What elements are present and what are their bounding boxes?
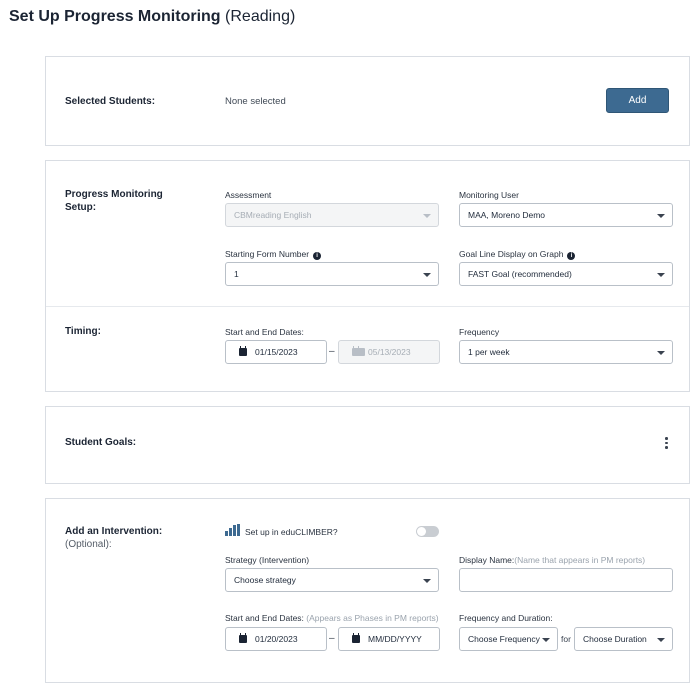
intervention-end-date: MM/DD/YYYY [368,634,422,644]
page-title: Set Up Progress Monitoring (Reading) [9,8,295,26]
monitoring-user-select[interactable]: MAA, Moreno Demo [459,203,673,227]
frequency-select[interactable]: 1 per week [459,340,673,364]
assessment-value: CBMreading English [234,210,312,220]
intervention-frequency-select[interactable]: Choose Frequency [459,627,558,651]
starting-form-label-text: Starting Form Number [225,249,310,259]
calendar-icon [352,633,360,643]
educlimber-toggle[interactable] [416,526,439,537]
add-students-button[interactable]: Add [606,88,669,113]
display-name-label-text: Display Name: [459,555,515,565]
intervention-dates-hint: (Appears as Phases in PM reports) [306,613,439,623]
intervention-optional: (Optional): [65,539,112,550]
intervention-end-date-input[interactable]: MM/DD/YYYY [338,627,440,651]
display-name-input[interactable] [459,568,673,592]
intervention-start-date: 01/20/2023 [255,634,298,644]
selected-students-value: None selected [225,96,286,107]
intervention-duration-select[interactable]: Choose Duration [574,627,673,651]
toggle-knob [417,527,426,536]
intervention-dates-label: Start and End Dates: (Appears as Phases … [225,613,439,623]
calendar-icon [239,633,247,643]
for-label: for [561,634,571,644]
timing-label: Timing: [65,326,101,337]
freq-duration-label: Frequency and Duration: [459,613,553,623]
info-icon[interactable]: i [313,252,322,260]
goal-line-value: FAST Goal (recommended) [468,269,572,279]
frequency-value: 1 per week [468,347,510,357]
intervention-frequency-value: Choose Frequency [468,634,540,644]
section-divider [46,306,689,307]
starting-form-label: Starting Form Number i [225,249,322,260]
chevron-down-icon [423,214,431,218]
goal-line-select[interactable]: FAST Goal (recommended) [459,262,673,286]
timing-start-date: 01/15/2023 [255,347,298,357]
strategy-select[interactable]: Choose strategy [225,568,439,592]
intervention-dates-label-text: Start and End Dates: [225,613,304,623]
calendar-icon [239,346,247,356]
student-goals-label: Student Goals: [65,437,137,448]
setup-card: Progress Monitoring Setup: Assessment CB… [45,160,690,392]
starting-form-select[interactable]: 1 [225,262,439,286]
strategy-label: Strategy (Intervention) [225,555,310,565]
intervention-start-date-input[interactable]: 01/20/2023 [225,627,327,651]
frequency-label: Frequency [459,327,500,337]
timing-start-date-input[interactable]: 01/15/2023 [225,340,327,364]
page-title-subject: (Reading) [225,8,296,25]
intervention-card: Add an Intervention: (Optional): Set up … [45,498,690,683]
chevron-down-icon [423,273,431,277]
chevron-down-icon [657,638,665,642]
goal-line-label: Goal Line Display on Graph i [459,249,576,260]
student-goals-card: Student Goals: [45,406,690,484]
more-options-icon[interactable] [665,437,669,451]
starting-form-value: 1 [234,269,239,279]
monitoring-user-label: Monitoring User [459,190,519,200]
timing-end-date: 05/13/2023 [368,347,411,357]
chevron-down-icon [657,214,665,218]
chevron-down-icon [657,351,665,355]
display-name-label: Display Name:(Name that appears in PM re… [459,555,645,565]
educlimber-logo-icon [225,524,241,536]
date-range-dash: – [329,633,335,644]
selected-students-card: Selected Students: None selected Add [45,56,690,146]
goal-line-label-text: Goal Line Display on Graph [459,249,564,259]
educlimber-label: Set up in eduCLIMBER? [245,527,338,537]
selected-students-label: Selected Students: [65,96,156,107]
chevron-down-icon [423,579,431,583]
intervention-label-text: Add an Intervention: [65,526,163,537]
timing-end-date-input[interactable]: 05/13/2023 [338,340,440,364]
strategy-value: Choose strategy [234,575,296,585]
page-title-main: Set Up Progress Monitoring [9,8,221,25]
setup-label: Progress Monitoring Setup: [65,189,163,213]
date-range-dash: – [329,346,335,357]
intervention-duration-value: Choose Duration [583,634,647,644]
intervention-label: Add an Intervention: (Optional): [65,525,162,551]
assessment-select[interactable]: CBMreading English [225,203,439,227]
calendar-icon [352,346,360,356]
monitoring-user-value: MAA, Moreno Demo [468,210,545,220]
chevron-down-icon [542,638,550,642]
display-name-hint: (Name that appears in PM reports) [514,555,646,565]
info-icon[interactable]: i [567,252,576,260]
assessment-label: Assessment [225,190,272,200]
timing-dates-label: Start and End Dates: [225,327,304,337]
chevron-down-icon [657,273,665,277]
